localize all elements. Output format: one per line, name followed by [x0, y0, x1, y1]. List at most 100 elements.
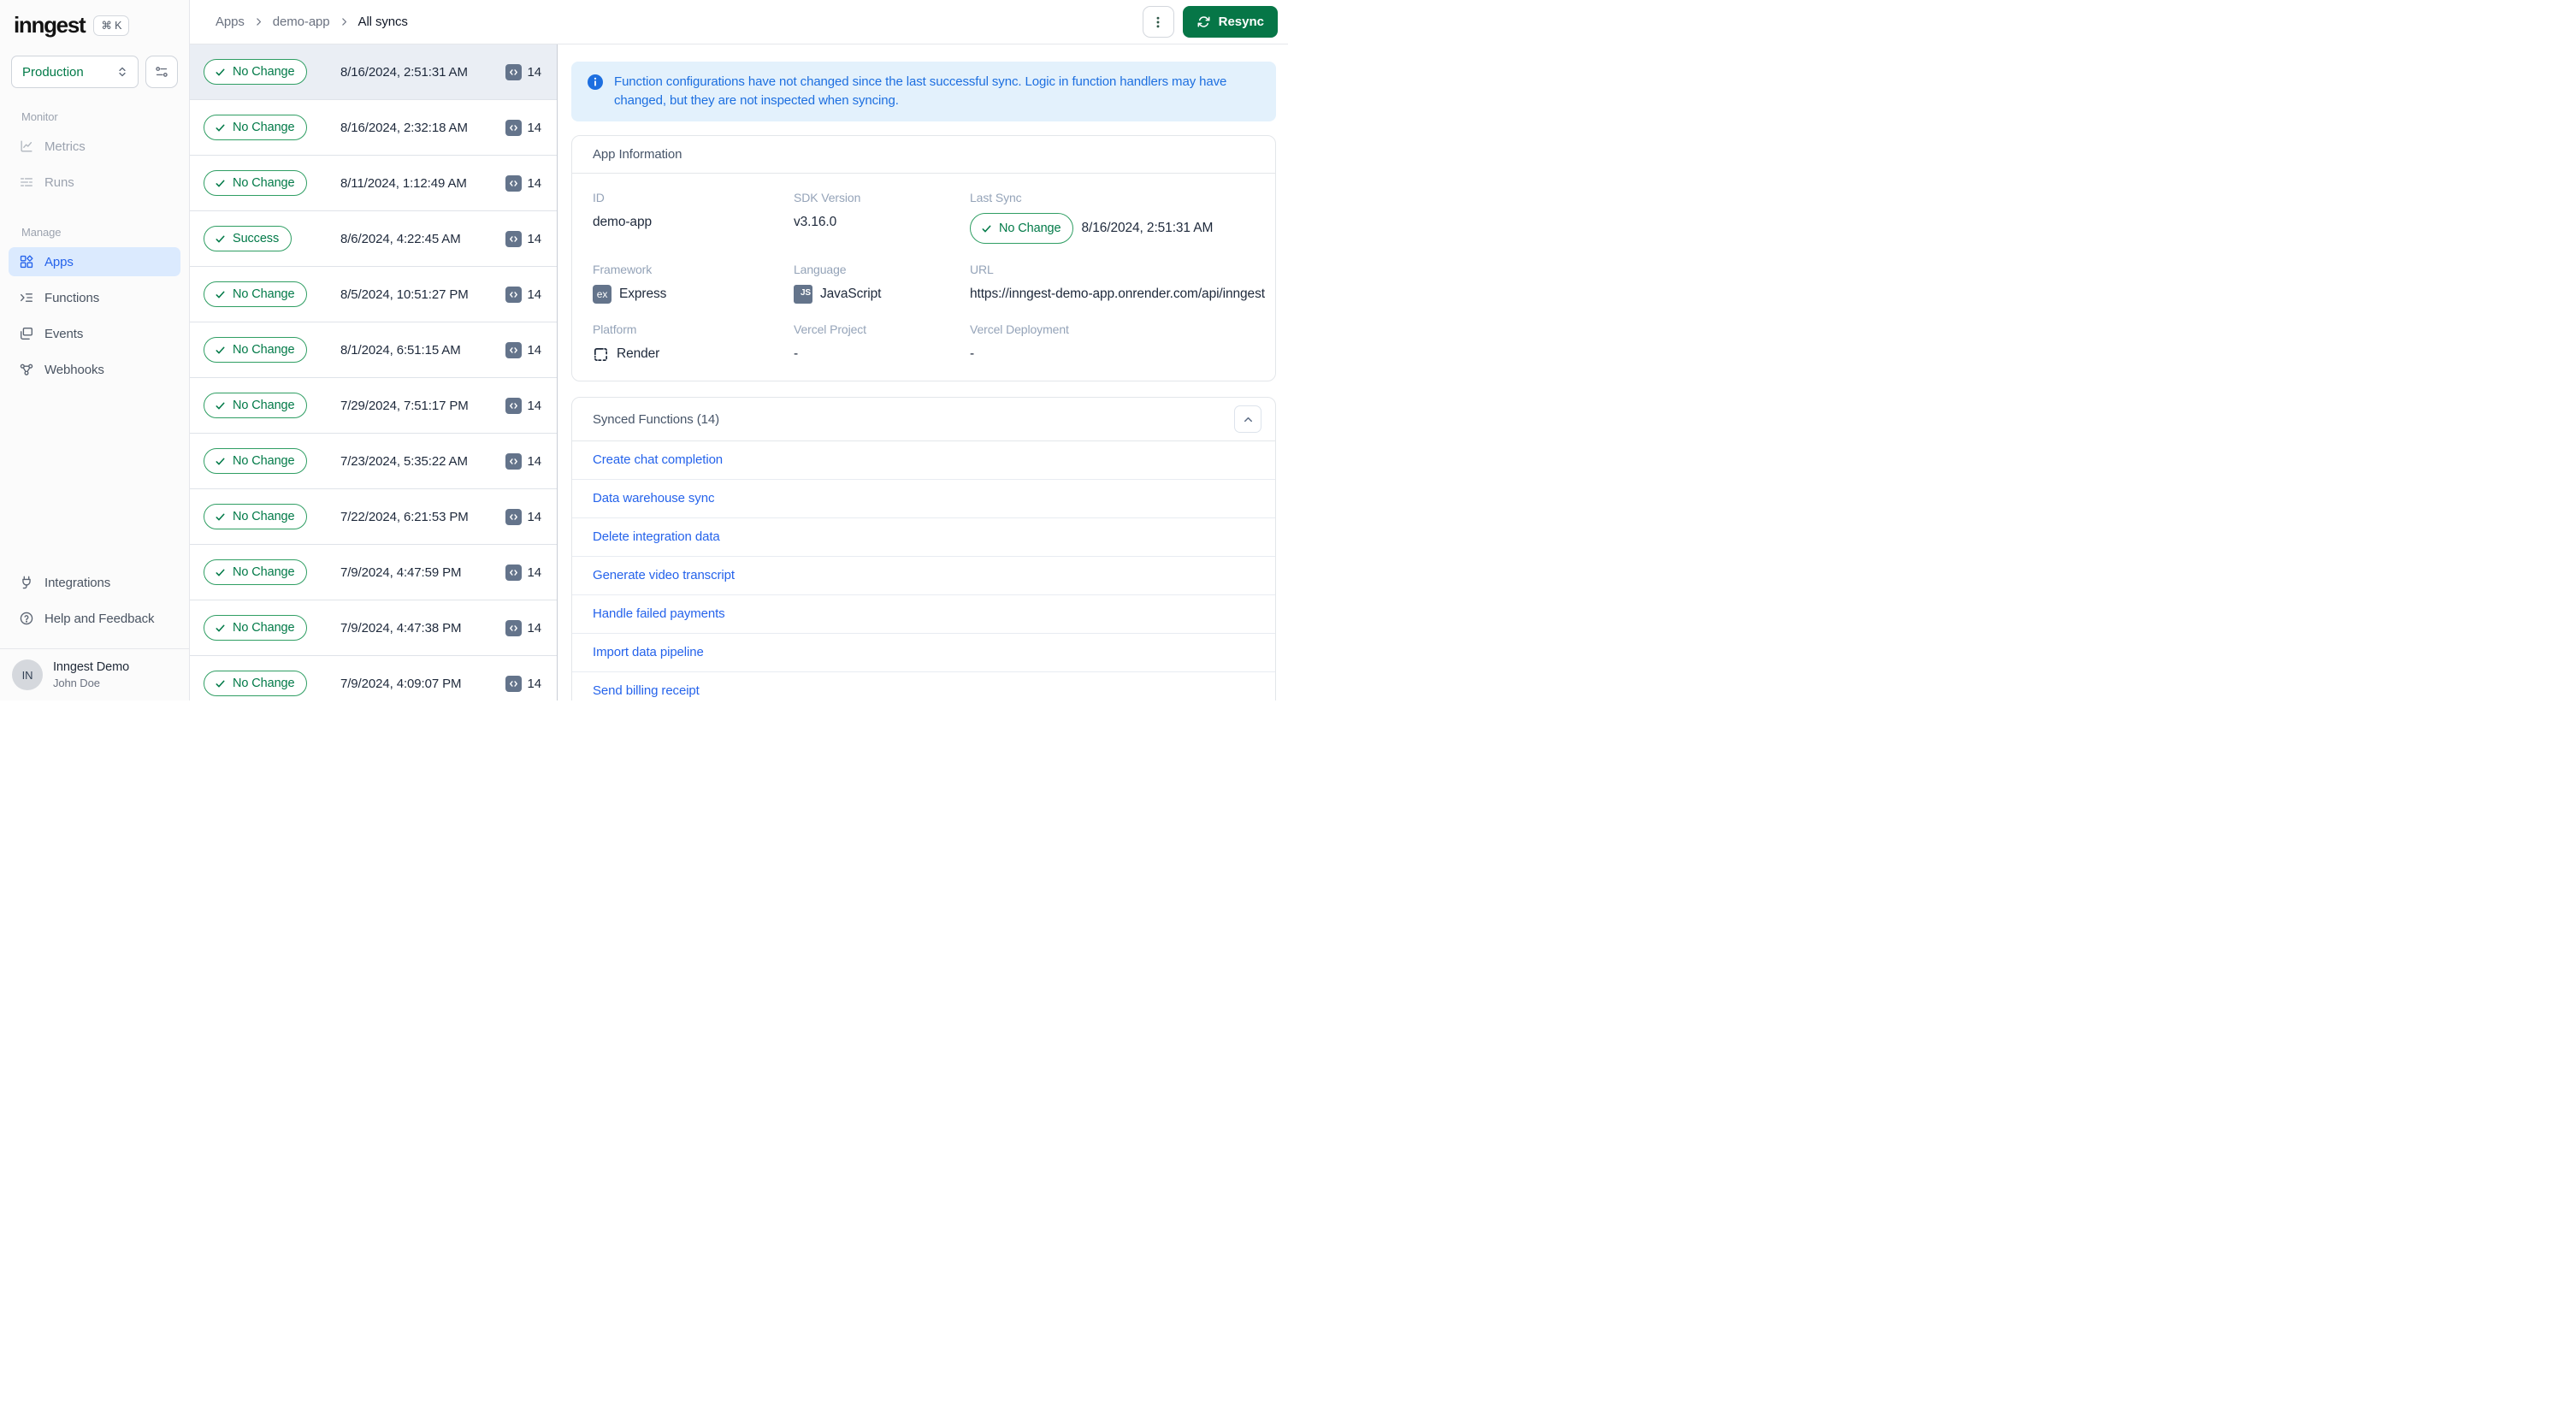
sync-list-item[interactable]: No Change 7/22/2024, 6:21:53 PM 14 — [190, 489, 557, 545]
sidebar-item-webhooks[interactable]: Webhooks — [9, 355, 180, 384]
code-brackets-icon — [505, 230, 522, 247]
sync-list-item[interactable]: No Change 7/9/2024, 4:47:38 PM 14 — [190, 600, 557, 656]
app-root: inngest ⌘ K Production Monitor Metrics R… — [0, 0, 1288, 700]
sync-list-item[interactable]: No Change 8/1/2024, 6:51:15 AM 14 — [190, 322, 557, 378]
check-icon — [216, 124, 225, 131]
sync-list-item[interactable]: No Change 8/16/2024, 2:51:31 AM 14 — [190, 44, 557, 100]
content-row: No Change 8/16/2024, 2:51:31 AM 14 No Ch… — [190, 44, 1288, 700]
check-icon — [216, 458, 225, 464]
function-link[interactable]: Create chat completion — [593, 452, 723, 467]
sync-status-cell: No Change — [204, 671, 340, 696]
environment-settings-button[interactable] — [145, 56, 178, 88]
sync-list-item[interactable]: No Change 7/9/2024, 4:09:07 PM 14 — [190, 656, 557, 700]
nav-section-manage: Manage — [21, 226, 62, 239]
sync-status-label: No Change — [233, 65, 295, 79]
user-profile[interactable]: IN Inngest Demo John Doe — [0, 649, 189, 700]
field-url: URL https://inngest-demo-app.onrender.co… — [970, 263, 1265, 304]
function-link[interactable]: Delete integration data — [593, 529, 720, 544]
function-list-item[interactable]: Data warehouse sync — [572, 480, 1275, 518]
function-list-item[interactable]: Send billing receipt — [572, 672, 1275, 700]
more-options-button[interactable] — [1142, 6, 1174, 38]
breadcrumb: Apps demo-app All syncs — [216, 15, 408, 29]
field-label: ID — [593, 191, 605, 204]
app-information-card: App Information ID demo-app SDK Version … — [571, 135, 1276, 381]
sync-list-item[interactable]: No Change 7/9/2024, 4:47:59 PM 14 — [190, 545, 557, 600]
chevron-right-icon — [253, 16, 264, 27]
function-link[interactable]: Handle failed payments — [593, 606, 725, 621]
field-value: JS JavaScript — [794, 285, 970, 304]
field-vercel-project: Vercel Project - — [794, 322, 970, 364]
function-list-item[interactable]: Handle failed payments — [572, 595, 1275, 634]
field-vercel-deployment: Vercel Deployment - — [970, 322, 1265, 364]
sidebar-item-apps[interactable]: Apps — [9, 247, 180, 276]
user-name: John Doe — [53, 677, 100, 689]
kebab-icon — [1156, 16, 1160, 27]
check-icon — [982, 225, 991, 232]
function-list-item[interactable]: Delete integration data — [572, 518, 1275, 557]
check-icon — [216, 624, 225, 631]
sidebar-item-metrics[interactable]: Metrics — [9, 132, 180, 161]
breadcrumb-apps[interactable]: Apps — [216, 15, 245, 29]
function-list-item[interactable]: Create chat completion — [572, 441, 1275, 480]
sync-list-item[interactable]: No Change 8/16/2024, 2:32:18 AM 14 — [190, 100, 557, 156]
sync-status-badge: Success — [204, 226, 292, 251]
logo-row: inngest ⌘ K — [0, 0, 189, 47]
last-sync-status-label: No Change — [999, 222, 1061, 235]
sidebar-item-label: Events — [44, 326, 84, 341]
sync-status-cell: No Change — [204, 448, 340, 474]
sync-status-badge: No Change — [204, 281, 308, 307]
breadcrumb-demo-app[interactable]: demo-app — [273, 15, 330, 29]
sidebar-item-integrations[interactable]: Integrations — [9, 568, 180, 597]
function-link[interactable]: Data warehouse sync — [593, 491, 714, 505]
sync-status-label: No Change — [233, 121, 295, 134]
sync-timestamp: 8/5/2024, 10:51:27 PM — [340, 287, 469, 302]
synced-functions-card: Synced Functions (14) Create chat comple… — [571, 397, 1276, 700]
command-k-shortcut[interactable]: ⌘ K — [93, 15, 130, 36]
sync-timestamp: 7/22/2024, 6:21:53 PM — [340, 509, 469, 524]
function-link[interactable]: Send billing receipt — [593, 683, 700, 698]
code-brackets-icon — [505, 63, 522, 80]
language-value: JavaScript — [820, 287, 882, 301]
field-label: Platform — [593, 322, 637, 336]
sync-list-item[interactable]: No Change 8/5/2024, 10:51:27 PM 14 — [190, 267, 557, 322]
breadcrumb-all-syncs: All syncs — [357, 15, 408, 29]
info-banner-text: Function configurations have not changed… — [614, 74, 1227, 108]
function-list-item[interactable]: Import data pipeline — [572, 634, 1275, 672]
collapse-button[interactable] — [1234, 405, 1261, 433]
sync-status-badge: No Change — [204, 671, 308, 696]
field-value: ex Express — [593, 285, 794, 304]
field-value: - — [794, 346, 799, 361]
sidebar-item-runs[interactable]: Runs — [9, 168, 180, 197]
sync-count-value: 14 — [527, 565, 542, 580]
check-icon — [216, 346, 225, 353]
check-icon — [216, 569, 225, 576]
field-id: ID demo-app — [593, 191, 794, 244]
sync-list-item[interactable]: Success 8/6/2024, 4:22:45 AM 14 — [190, 211, 557, 267]
plug-icon — [22, 576, 31, 589]
sidebar-item-functions[interactable]: Functions — [9, 283, 180, 312]
sidebar-item-events[interactable]: Events — [9, 319, 180, 348]
resync-button-label: Resync — [1218, 15, 1264, 29]
sync-list-item[interactable]: No Change 8/11/2024, 1:12:49 AM 14 — [190, 156, 557, 211]
sync-function-count: 14 — [505, 675, 541, 692]
last-sync-timestamp: 8/16/2024, 2:51:31 AM — [1081, 221, 1214, 235]
sync-status-cell: No Change — [204, 59, 340, 85]
sync-timestamp: 7/9/2024, 4:47:38 PM — [340, 620, 462, 635]
sync-status-cell: No Change — [204, 170, 340, 196]
sync-list-item[interactable]: No Change 7/23/2024, 5:35:22 AM 14 — [190, 434, 557, 489]
sync-status-badge: No Change — [204, 337, 308, 363]
function-link[interactable]: Import data pipeline — [593, 645, 704, 659]
field-value: - — [970, 346, 975, 361]
sync-status-cell: No Change — [204, 504, 340, 529]
sync-status-label: No Change — [233, 454, 295, 468]
function-link[interactable]: Generate video transcript — [593, 568, 735, 582]
sidebar-item-help-and-feedback[interactable]: Help and Feedback — [9, 604, 180, 633]
field-value: demo-app — [593, 215, 652, 229]
function-list-item[interactable]: Generate video transcript — [572, 557, 1275, 595]
code-brackets-icon — [505, 119, 522, 136]
check-icon — [216, 235, 225, 242]
resync-button[interactable]: Resync — [1182, 6, 1278, 38]
environment-selector[interactable]: Production — [11, 56, 139, 88]
render-icon — [593, 346, 609, 363]
sync-list-item[interactable]: No Change 7/29/2024, 7:51:17 PM 14 — [190, 378, 557, 434]
